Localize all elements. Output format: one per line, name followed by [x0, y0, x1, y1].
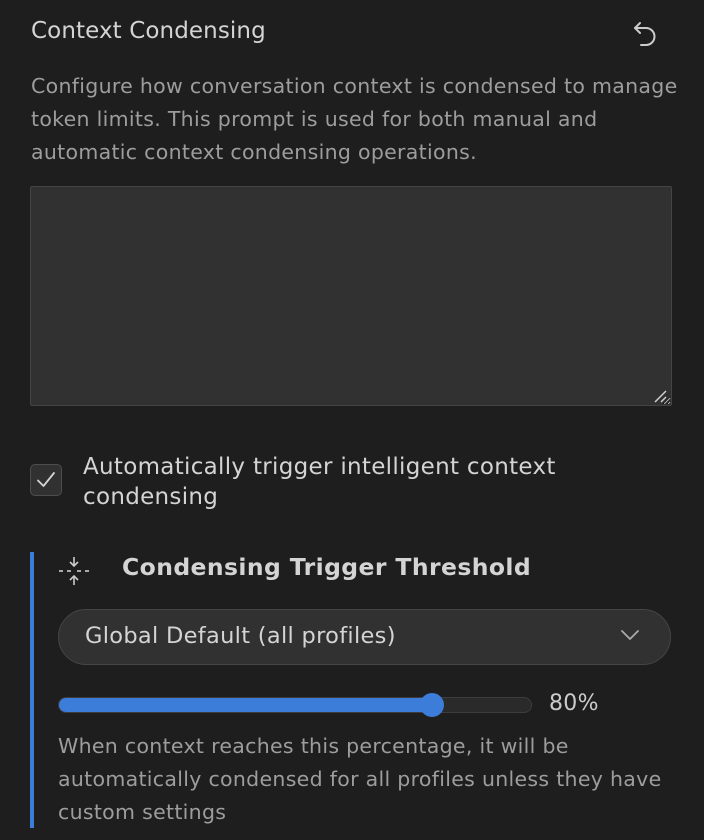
threshold-value-label: 80% [549, 691, 599, 716]
threshold-slider-thumb[interactable] [420, 693, 444, 717]
auto-condense-label[interactable]: Automatically trigger intelligent contex… [83, 452, 643, 512]
profile-select[interactable]: Global Default (all profiles) [58, 609, 671, 665]
threshold-panel-accent-bar [30, 552, 34, 828]
auto-condense-checkbox[interactable] [30, 464, 62, 496]
threshold-slider-fill [59, 698, 432, 712]
fold-vertical-icon [59, 557, 89, 585]
threshold-title: Condensing Trigger Threshold [122, 553, 532, 581]
threshold-help-text: When context reaches this percentage, it… [58, 734, 662, 824]
checkmark-icon [37, 472, 55, 487]
undo-icon [634, 22, 656, 46]
profile-select-value: Global Default (all profiles) [85, 623, 396, 649]
threshold-slider[interactable] [58, 693, 532, 717]
section-description: Configure how conversation context is co… [31, 74, 678, 164]
section-title: Context Condensing [31, 18, 266, 44]
reset-button[interactable] [628, 18, 662, 52]
chevron-down-icon [621, 630, 639, 640]
condensing-prompt-textarea[interactable] [30, 186, 672, 406]
